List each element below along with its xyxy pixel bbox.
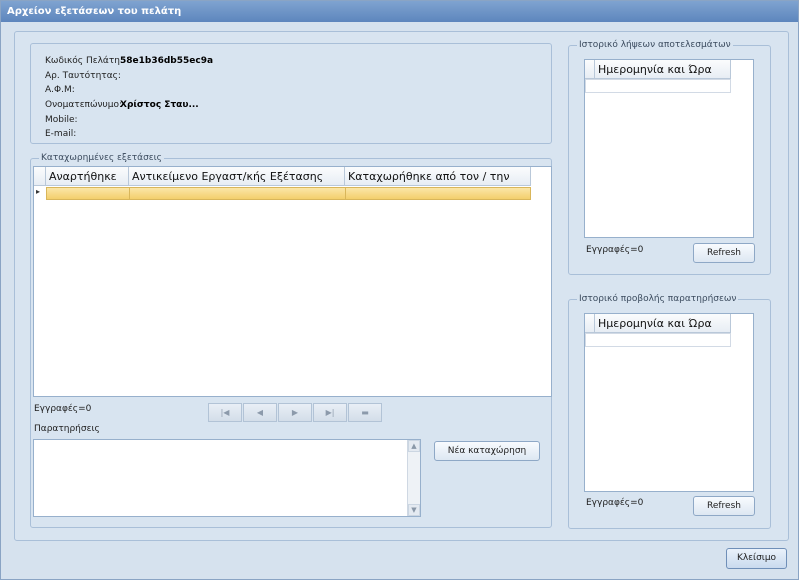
client-code-label: Κωδικός Πελάτη: [45,56,123,66]
scroll-up-icon[interactable]: ▲ [408,440,420,452]
main-panel: Κωδικός Πελάτη: 58e1b36db55ec9a Αρ. Ταυτ… [14,31,789,541]
new-entry-button[interactable]: Νέα καταχώρηση [434,441,540,461]
id-number-label: Αρ. Ταυτότητας: [45,71,121,81]
row-indicator-icon: ▸ [36,187,41,196]
mobile-label: Mobile: [45,115,78,125]
next-record-button[interactable]: ▶ [278,403,312,422]
results-row-header-corner [585,60,595,79]
results-records-count: Εγγραφές=0 [586,245,644,255]
client-info-box: Κωδικός Πελάτη: 58e1b36db55ec9a Αρ. Ταυτ… [30,43,552,144]
results-refresh-button[interactable]: Refresh [693,243,755,263]
previous-record-button[interactable]: ◀ [243,403,277,422]
tax-number-label: Α.Φ.Μ: [45,85,75,95]
column-header-posted[interactable]: Αναρτήθηκε [46,167,129,186]
window-title: Αρχείον εξετάσεων του πελάτη [1,1,798,22]
last-record-button[interactable]: ▶| [313,403,347,422]
notes-textarea[interactable]: ▲ ▼ [33,439,421,517]
full-name-value: Χρίστος Σταυ... [120,100,199,110]
observations-history-grid[interactable]: Ημερομηνία και Ώρα [584,313,754,492]
first-record-button[interactable]: |◀ [208,403,242,422]
delete-record-button[interactable]: ▬ [348,403,382,422]
registered-exams-box: Καταχωρημένες εξετάσεις Αναρτήθηκε Αντικ… [30,152,552,528]
scroll-down-icon[interactable]: ▼ [408,504,420,516]
notes-text [34,440,420,444]
results-history-box: Ιστορικό λήψεων αποτελεσμάτων Ημερομηνία… [568,39,771,275]
observations-empty-row[interactable] [585,333,731,347]
email-label: E-mail: [45,129,77,139]
registered-exams-title: Καταχωρημένες εξετάσεις [39,152,164,164]
column-header-exam-subject[interactable]: Αντικείμενο Εργαστ/κής Εξέτασης [129,167,345,186]
observations-history-title: Ιστορικό προβολής παρατηρήσεων [577,293,739,305]
results-column-header-datetime[interactable]: Ημερομηνία και Ώρα [595,60,731,79]
row-header-corner [34,167,46,186]
observations-records-count: Εγγραφές=0 [586,498,644,508]
client-code-value: 58e1b36db55ec9a [120,56,214,66]
observations-history-box: Ιστορικό προβολής παρατηρήσεων Ημερομηνί… [568,293,771,529]
results-empty-row[interactable] [585,79,731,93]
exams-records-count: Εγγραφές=0 [34,404,92,414]
notes-scrollbar[interactable]: ▲ ▼ [407,440,420,516]
selected-new-row[interactable] [46,187,531,200]
exams-window: Αρχείον εξετάσεων του πελάτη Κωδικός Πελ… [0,0,799,580]
results-history-title: Ιστορικό λήψεων αποτελεσμάτων [577,39,733,51]
full-name-label: Ονοματεπώνυμο: [45,100,123,110]
observations-row-header-corner [585,314,595,333]
record-navigator: |◀ ◀ ▶ ▶| ▬ [208,403,384,422]
observations-refresh-button[interactable]: Refresh [693,496,755,516]
notes-label: Παρατηρήσεις [34,424,100,434]
close-button[interactable]: Κλείσιμο [726,548,787,569]
exams-grid[interactable]: Αναρτήθηκε Αντικείμενο Εργαστ/κής Εξέτασ… [33,166,552,397]
column-header-registered-by[interactable]: Καταχωρήθηκε από τον / την [345,167,531,186]
observations-column-header-datetime[interactable]: Ημερομηνία και Ώρα [595,314,731,333]
results-history-grid[interactable]: Ημερομηνία και Ώρα [584,59,754,238]
